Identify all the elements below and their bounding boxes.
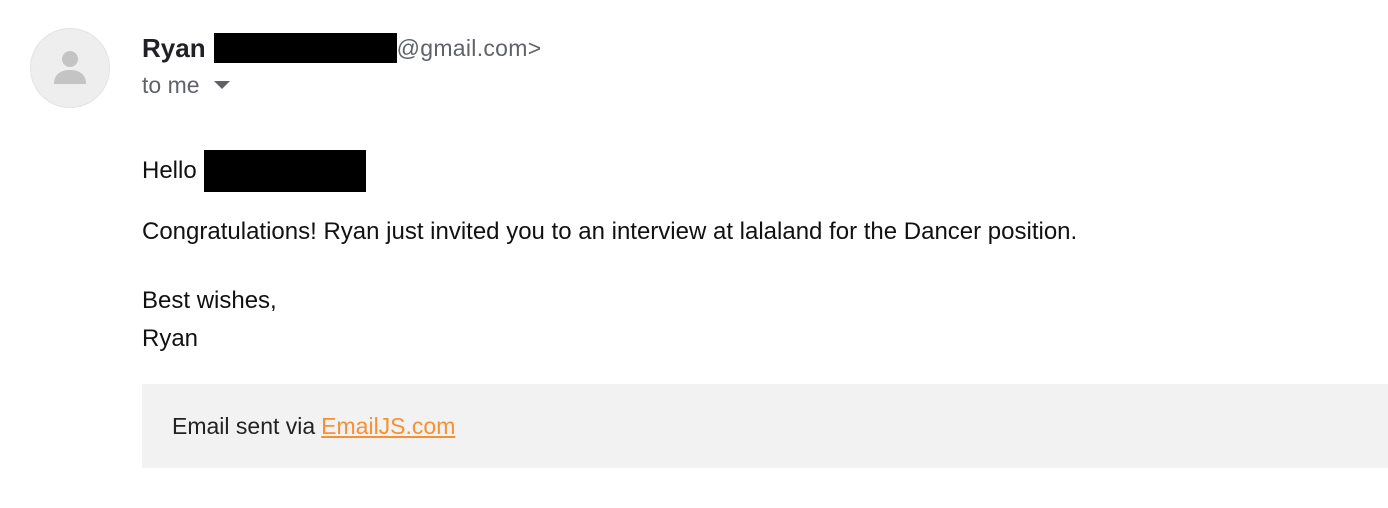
caret-down-icon[interactable] xyxy=(213,81,230,89)
sender-name[interactable]: Ryan xyxy=(142,33,206,64)
recipient-label: to me xyxy=(142,71,200,98)
sender-avatar[interactable] xyxy=(30,28,110,108)
emailjs-link[interactable]: EmailJS.com xyxy=(321,413,455,440)
sender-email: @gmail.com> xyxy=(396,34,542,61)
closing-text: Best wishes, xyxy=(142,287,277,314)
redaction-block xyxy=(203,150,366,192)
email-footer: Email sent via EmailJS.com xyxy=(142,384,1388,468)
redaction-block xyxy=(213,33,397,63)
person-icon xyxy=(54,51,86,84)
footer-text: Email sent via xyxy=(172,412,316,439)
signature-text: Ryan xyxy=(142,325,199,352)
message-greeting: Hello xyxy=(142,150,366,192)
recipient-details-toggle[interactable]: to me xyxy=(142,70,541,100)
message-header: Ryan @gmail.com> to me xyxy=(142,30,541,100)
greeting-text: Hello xyxy=(142,157,197,184)
sender-line: Ryan @gmail.com> xyxy=(142,30,541,66)
message-signoff: Best wishes, Ryan xyxy=(142,282,277,358)
message-body: Congratulations! Ryan just invited you t… xyxy=(142,218,1078,245)
